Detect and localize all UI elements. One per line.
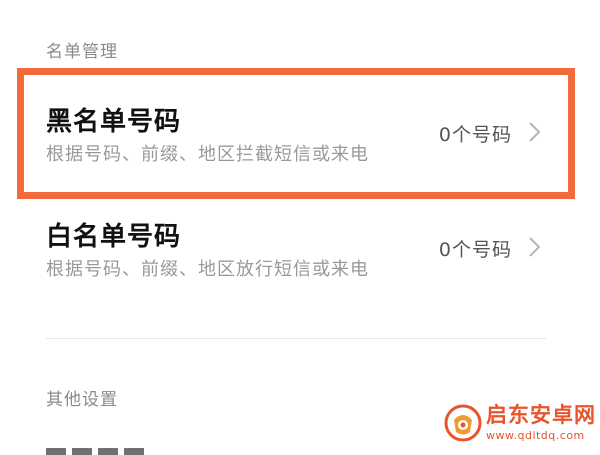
whitelist-title: 白名单号码 — [46, 222, 182, 252]
section-divider — [46, 338, 546, 339]
watermark-name: 启东安卓网 — [486, 403, 596, 427]
blacklist-count: 0个号码 — [438, 124, 512, 146]
whitelist-row[interactable]: 白名单号码 根据号码、前缀、地区放行短信或来电 0个号码 — [0, 190, 600, 300]
watermark: 启东安卓网 www.qdltdq.com — [444, 400, 596, 446]
blacklist-title: 黑名单号码 — [46, 107, 182, 137]
chevron-right-icon — [529, 122, 541, 142]
whitelist-description: 根据号码、前缀、地区放行短信或来电 — [46, 259, 369, 280]
watermark-logo-icon — [444, 404, 482, 442]
blacklist-row[interactable]: 黑名单号码 根据号码、前缀、地区拦截短信或来电 0个号码 — [0, 75, 600, 185]
partial-next-row[interactable] — [46, 443, 226, 455]
whitelist-count: 0个号码 — [438, 239, 512, 261]
watermark-url: www.qdltdq.com — [486, 429, 585, 442]
chevron-right-icon — [529, 237, 541, 257]
blacklist-description: 根据号码、前缀、地区拦截短信或来电 — [46, 144, 369, 165]
section-header-list-management: 名单管理 — [46, 42, 118, 62]
section-header-other-settings: 其他设置 — [46, 390, 118, 410]
